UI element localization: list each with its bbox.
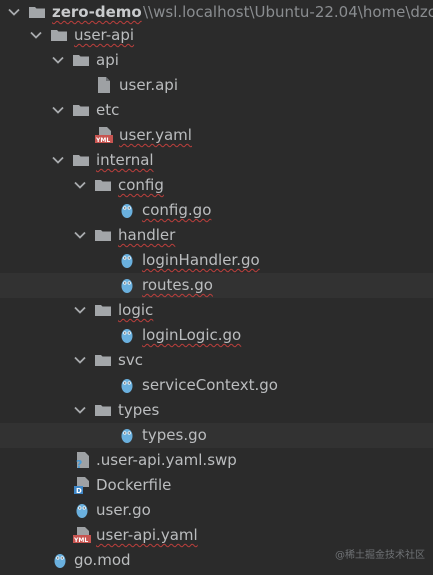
folder-icon [95,305,111,316]
unknown-file-icon: ? [76,452,89,469]
project-tree: zero-demo \\wsl.localhost\Ubuntu-22.04\h… [0,0,433,575]
dockerfile-badge: D [76,487,82,495]
tree-row-file[interactable]: YML user.yaml [0,123,433,148]
tree-item-label: types [118,401,160,419]
svg-text:?: ? [76,458,82,469]
chevron-down-icon[interactable] [50,152,66,168]
tree-item-label: .user-api.yaml.swp [96,451,237,469]
tree-item-label: go.mod [74,551,131,569]
tree-item-label: user-api [74,26,135,44]
project-path: \\wsl.localhost\Ubuntu-22.04\home\dzc [143,3,433,21]
go-file-icon [121,429,133,443]
tree-item-label: user.yaml [119,126,192,144]
tree-item-label: loginHandler.go [142,251,260,269]
tree-row-folder[interactable]: etc [0,98,433,123]
tree-item-label: user-api.yaml [96,526,198,544]
tree-row-folder[interactable]: config [0,173,433,198]
folder-icon [95,180,111,191]
tree-row-file[interactable]: loginLogic.go [0,323,433,348]
tree-item-label: svc [118,351,143,369]
tree-item-label: config.go [142,201,212,219]
yaml-badge: YML [96,137,111,144]
tree-row-file[interactable]: routes.go [0,273,433,298]
tree-item-label: user.go [96,501,151,519]
tree-row-file[interactable]: loginHandler.go [0,248,433,273]
tree-row-folder[interactable]: svc [0,348,433,373]
chevron-down-icon[interactable] [72,402,88,418]
folder-icon [51,30,67,41]
go-file-icon [121,204,133,218]
tree-row-folder[interactable]: api [0,48,433,73]
go-file-icon [76,504,88,518]
chevron-down-icon[interactable] [50,102,66,118]
chevron-down-icon[interactable] [72,352,88,368]
tree-item-label: routes.go [142,276,213,294]
folder-icon [29,7,45,18]
tree-row-file[interactable]: user.go [0,498,433,523]
project-name: zero-demo [52,3,142,21]
folder-icon [95,230,111,241]
chevron-down-icon[interactable] [50,52,66,68]
tree-row-file[interactable]: types.go [0,423,433,448]
api-file-icon [98,77,110,93]
folder-icon [73,55,89,66]
tree-item-label: serviceContext.go [142,376,278,394]
tree-item-label: config [118,176,164,194]
folder-icon [73,105,89,116]
tree-item-label: handler [118,226,176,244]
tree-row-file[interactable]: serviceContext.go [0,373,433,398]
chevron-down-icon[interactable] [72,177,88,193]
tree-item-label: etc [96,101,120,119]
tree-item-label: logic [118,301,154,319]
tree-row-file[interactable]: ? .user-api.yaml.swp [0,448,433,473]
tree-item-label: loginLogic.go [142,326,242,344]
tree-row-folder[interactable]: logic [0,298,433,323]
folder-icon [73,155,89,166]
folder-icon [95,405,111,416]
watermark: @稀土掘金技术社区 [335,550,425,561]
chevron-down-icon[interactable] [6,4,22,20]
go-file-icon [121,254,133,268]
tree-row-folder[interactable]: user-api [0,23,433,48]
chevron-down-icon[interactable] [72,227,88,243]
chevron-down-icon[interactable] [72,302,88,318]
tree-row-folder[interactable]: internal [0,148,433,173]
tree-row-file[interactable]: YML user-api.yaml [0,523,433,548]
tree-item-label: api [96,51,119,69]
tree-item-label: internal [96,151,154,169]
yaml-badge: YML [74,537,89,544]
folder-icon [95,355,111,366]
tree-row-folder[interactable]: types [0,398,433,423]
go-mod-icon [54,554,66,568]
go-file-icon [121,279,133,293]
tree-row-file[interactable]: D Dockerfile [0,473,433,498]
tree-row-file[interactable]: config.go [0,198,433,223]
tree-row-folder[interactable]: handler [0,223,433,248]
tree-row-file[interactable]: user.api [0,73,433,98]
go-file-icon [121,379,133,393]
chevron-down-icon[interactable] [28,27,44,43]
tree-root-row[interactable]: zero-demo \\wsl.localhost\Ubuntu-22.04\h… [0,0,433,25]
go-file-icon [121,329,133,343]
tree-item-label: Dockerfile [96,476,172,494]
tree-item-label: types.go [142,426,207,444]
tree-item-label: user.api [119,76,178,94]
